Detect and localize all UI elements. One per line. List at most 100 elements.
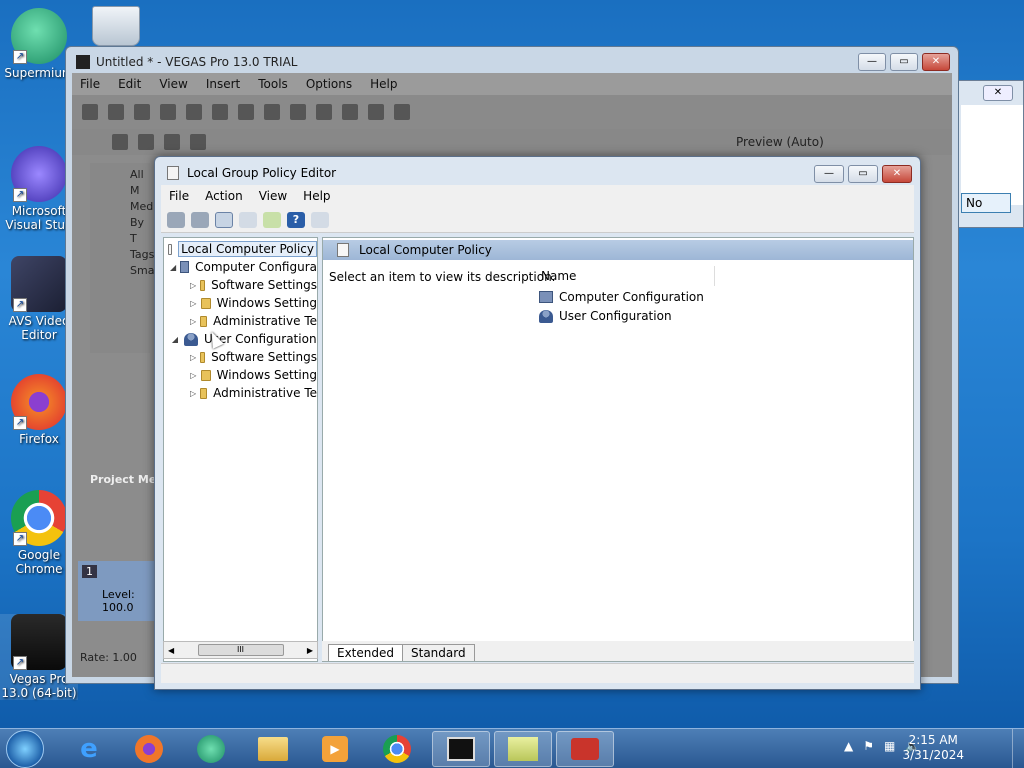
taskbar-explorer[interactable] bbox=[244, 731, 302, 767]
show-hide-tree-icon[interactable] bbox=[215, 211, 233, 228]
media-tree-item[interactable]: Tags bbox=[130, 247, 154, 263]
project-media-tree: All M Med By T Tags Sma bbox=[90, 163, 154, 353]
menu-help[interactable]: Help bbox=[295, 189, 338, 203]
name-column-header[interactable]: Name bbox=[537, 266, 715, 286]
vegas-toolbar bbox=[72, 95, 952, 129]
media-tree-item[interactable]: All M bbox=[130, 167, 150, 199]
tree-item-software-settings[interactable]: ▷ Software Settings bbox=[164, 348, 317, 366]
flag-icon[interactable]: ⚑ bbox=[863, 739, 874, 753]
tool-icon[interactable] bbox=[138, 134, 154, 150]
help-icon[interactable]: ? bbox=[287, 211, 305, 228]
close-button[interactable]: ✕ bbox=[882, 165, 912, 183]
media-tree-item[interactable]: By T bbox=[130, 215, 150, 247]
media-tree-item[interactable]: Med bbox=[130, 199, 153, 215]
menu-edit[interactable]: Edit bbox=[118, 77, 141, 91]
tree-item-administrative-templates[interactable]: ▷ Administrative Te bbox=[164, 312, 317, 330]
tool-icon[interactable] bbox=[112, 134, 128, 150]
scroll-right-icon[interactable]: ▶ bbox=[307, 646, 313, 655]
taskbar-toolbox[interactable] bbox=[556, 731, 614, 767]
policy-doc-icon bbox=[168, 243, 173, 255]
media-tree-item[interactable]: Sma bbox=[130, 263, 154, 279]
preview-quality-select[interactable]: Preview (Auto) bbox=[736, 135, 824, 149]
tab-standard[interactable]: Standard bbox=[402, 644, 475, 661]
tree-item-user-configuration[interactable]: ◢ User Configuration bbox=[164, 330, 317, 348]
collapse-arrow-icon[interactable]: ▷ bbox=[190, 317, 196, 326]
plugin-icon[interactable] bbox=[368, 104, 384, 120]
scroll-left-icon[interactable]: ◀ bbox=[168, 646, 174, 655]
minimize-button[interactable]: — bbox=[858, 53, 886, 71]
properties-icon[interactable] bbox=[212, 104, 228, 120]
tree-item-computer-configuration[interactable]: ◢ Computer Configura bbox=[164, 258, 317, 276]
menu-help[interactable]: Help bbox=[370, 77, 397, 91]
maximize-button[interactable]: ▭ bbox=[890, 53, 918, 71]
minimize-button[interactable]: — bbox=[814, 165, 844, 183]
tree-horizontal-scrollbar[interactable]: ◀ III ▶ bbox=[163, 641, 318, 659]
show-hidden-icons[interactable]: ▲ bbox=[844, 739, 853, 753]
policy-doc-icon bbox=[337, 243, 349, 257]
collapse-arrow-icon[interactable]: ▷ bbox=[190, 389, 196, 398]
taskbar-supermium[interactable] bbox=[182, 731, 240, 767]
back-arrow-icon[interactable] bbox=[167, 211, 185, 228]
export-list-icon[interactable] bbox=[263, 211, 281, 228]
undo-icon[interactable] bbox=[316, 104, 332, 120]
menu-view[interactable]: View bbox=[159, 77, 187, 91]
open-icon[interactable] bbox=[108, 104, 124, 120]
menu-tools[interactable]: Tools bbox=[258, 77, 288, 91]
show-desktop-button[interactable] bbox=[1012, 729, 1024, 768]
tab-extended[interactable]: Extended bbox=[328, 644, 403, 661]
expand-arrow-icon[interactable]: ◢ bbox=[170, 335, 180, 344]
new-icon[interactable] bbox=[82, 104, 98, 120]
collapse-arrow-icon[interactable]: ▷ bbox=[190, 353, 196, 362]
expand-arrow-icon[interactable]: ◢ bbox=[170, 263, 176, 272]
taskbar-firefox[interactable] bbox=[120, 731, 178, 767]
gpedit-toolbar: ? bbox=[161, 207, 914, 233]
taskbar-chrome[interactable] bbox=[368, 731, 426, 767]
collapse-arrow-icon[interactable]: ▷ bbox=[190, 281, 196, 290]
recycle-bin-icon[interactable] bbox=[92, 6, 140, 46]
taskbar-vegas[interactable] bbox=[432, 731, 490, 767]
help-icon[interactable] bbox=[394, 104, 410, 120]
vegas-secondary-toolbar: Preview (Auto) bbox=[72, 129, 952, 155]
vegas-pro-icon bbox=[447, 737, 475, 761]
tree-item-software-settings[interactable]: ▷ Software Settings bbox=[164, 276, 317, 294]
cut-icon[interactable] bbox=[238, 104, 254, 120]
start-button[interactable] bbox=[6, 730, 44, 768]
close-button[interactable]: ✕ bbox=[922, 53, 950, 71]
copy-icon[interactable] bbox=[264, 104, 280, 120]
menu-insert[interactable]: Insert bbox=[206, 77, 240, 91]
tree-item-local-computer-policy[interactable]: Local Computer Policy bbox=[164, 240, 317, 258]
group-policy-icon bbox=[508, 737, 538, 761]
tool-icon[interactable] bbox=[164, 134, 180, 150]
taskbar-ie[interactable]: e bbox=[60, 731, 118, 767]
clock[interactable]: 2:15 AM 3/31/2024 bbox=[902, 733, 964, 763]
tree-item-administrative-templates[interactable]: ▷ Administrative Te bbox=[164, 384, 317, 402]
collapse-arrow-icon[interactable]: ▷ bbox=[190, 371, 197, 380]
properties-icon[interactable] bbox=[239, 211, 257, 228]
maximize-button[interactable]: ▭ bbox=[848, 165, 878, 183]
dialog-close-button[interactable]: ✕ bbox=[983, 85, 1013, 101]
tree-item-windows-settings[interactable]: ▷ Windows Setting bbox=[164, 366, 317, 384]
menu-file[interactable]: File bbox=[161, 189, 197, 203]
taskbar-gpedit[interactable] bbox=[494, 731, 552, 767]
save-as-icon[interactable] bbox=[160, 104, 176, 120]
list-item-computer-configuration[interactable]: Computer Configuration bbox=[539, 290, 704, 304]
network-icon[interactable]: ▦ bbox=[884, 739, 895, 753]
list-item-user-configuration[interactable]: User Configuration bbox=[539, 309, 672, 323]
redo-icon[interactable] bbox=[342, 104, 358, 120]
paste-icon[interactable] bbox=[290, 104, 306, 120]
save-icon[interactable] bbox=[134, 104, 150, 120]
collapse-arrow-icon[interactable]: ▷ bbox=[190, 299, 197, 308]
view-icon[interactable] bbox=[311, 211, 329, 228]
menu-options[interactable]: Options bbox=[306, 77, 352, 91]
menu-view[interactable]: View bbox=[251, 189, 295, 203]
track-level: Level: 100.0 bbox=[102, 588, 135, 614]
menu-file[interactable]: File bbox=[80, 77, 100, 91]
tool-icon[interactable] bbox=[190, 134, 206, 150]
menu-action[interactable]: Action bbox=[197, 189, 251, 203]
scroll-thumb[interactable]: III bbox=[197, 644, 284, 656]
render-icon[interactable] bbox=[186, 104, 202, 120]
no-button[interactable]: No bbox=[961, 193, 1011, 213]
forward-arrow-icon[interactable] bbox=[191, 211, 209, 228]
taskbar-media-player[interactable]: ▶ bbox=[306, 731, 364, 767]
tree-item-windows-settings[interactable]: ▷ Windows Setting bbox=[164, 294, 317, 312]
